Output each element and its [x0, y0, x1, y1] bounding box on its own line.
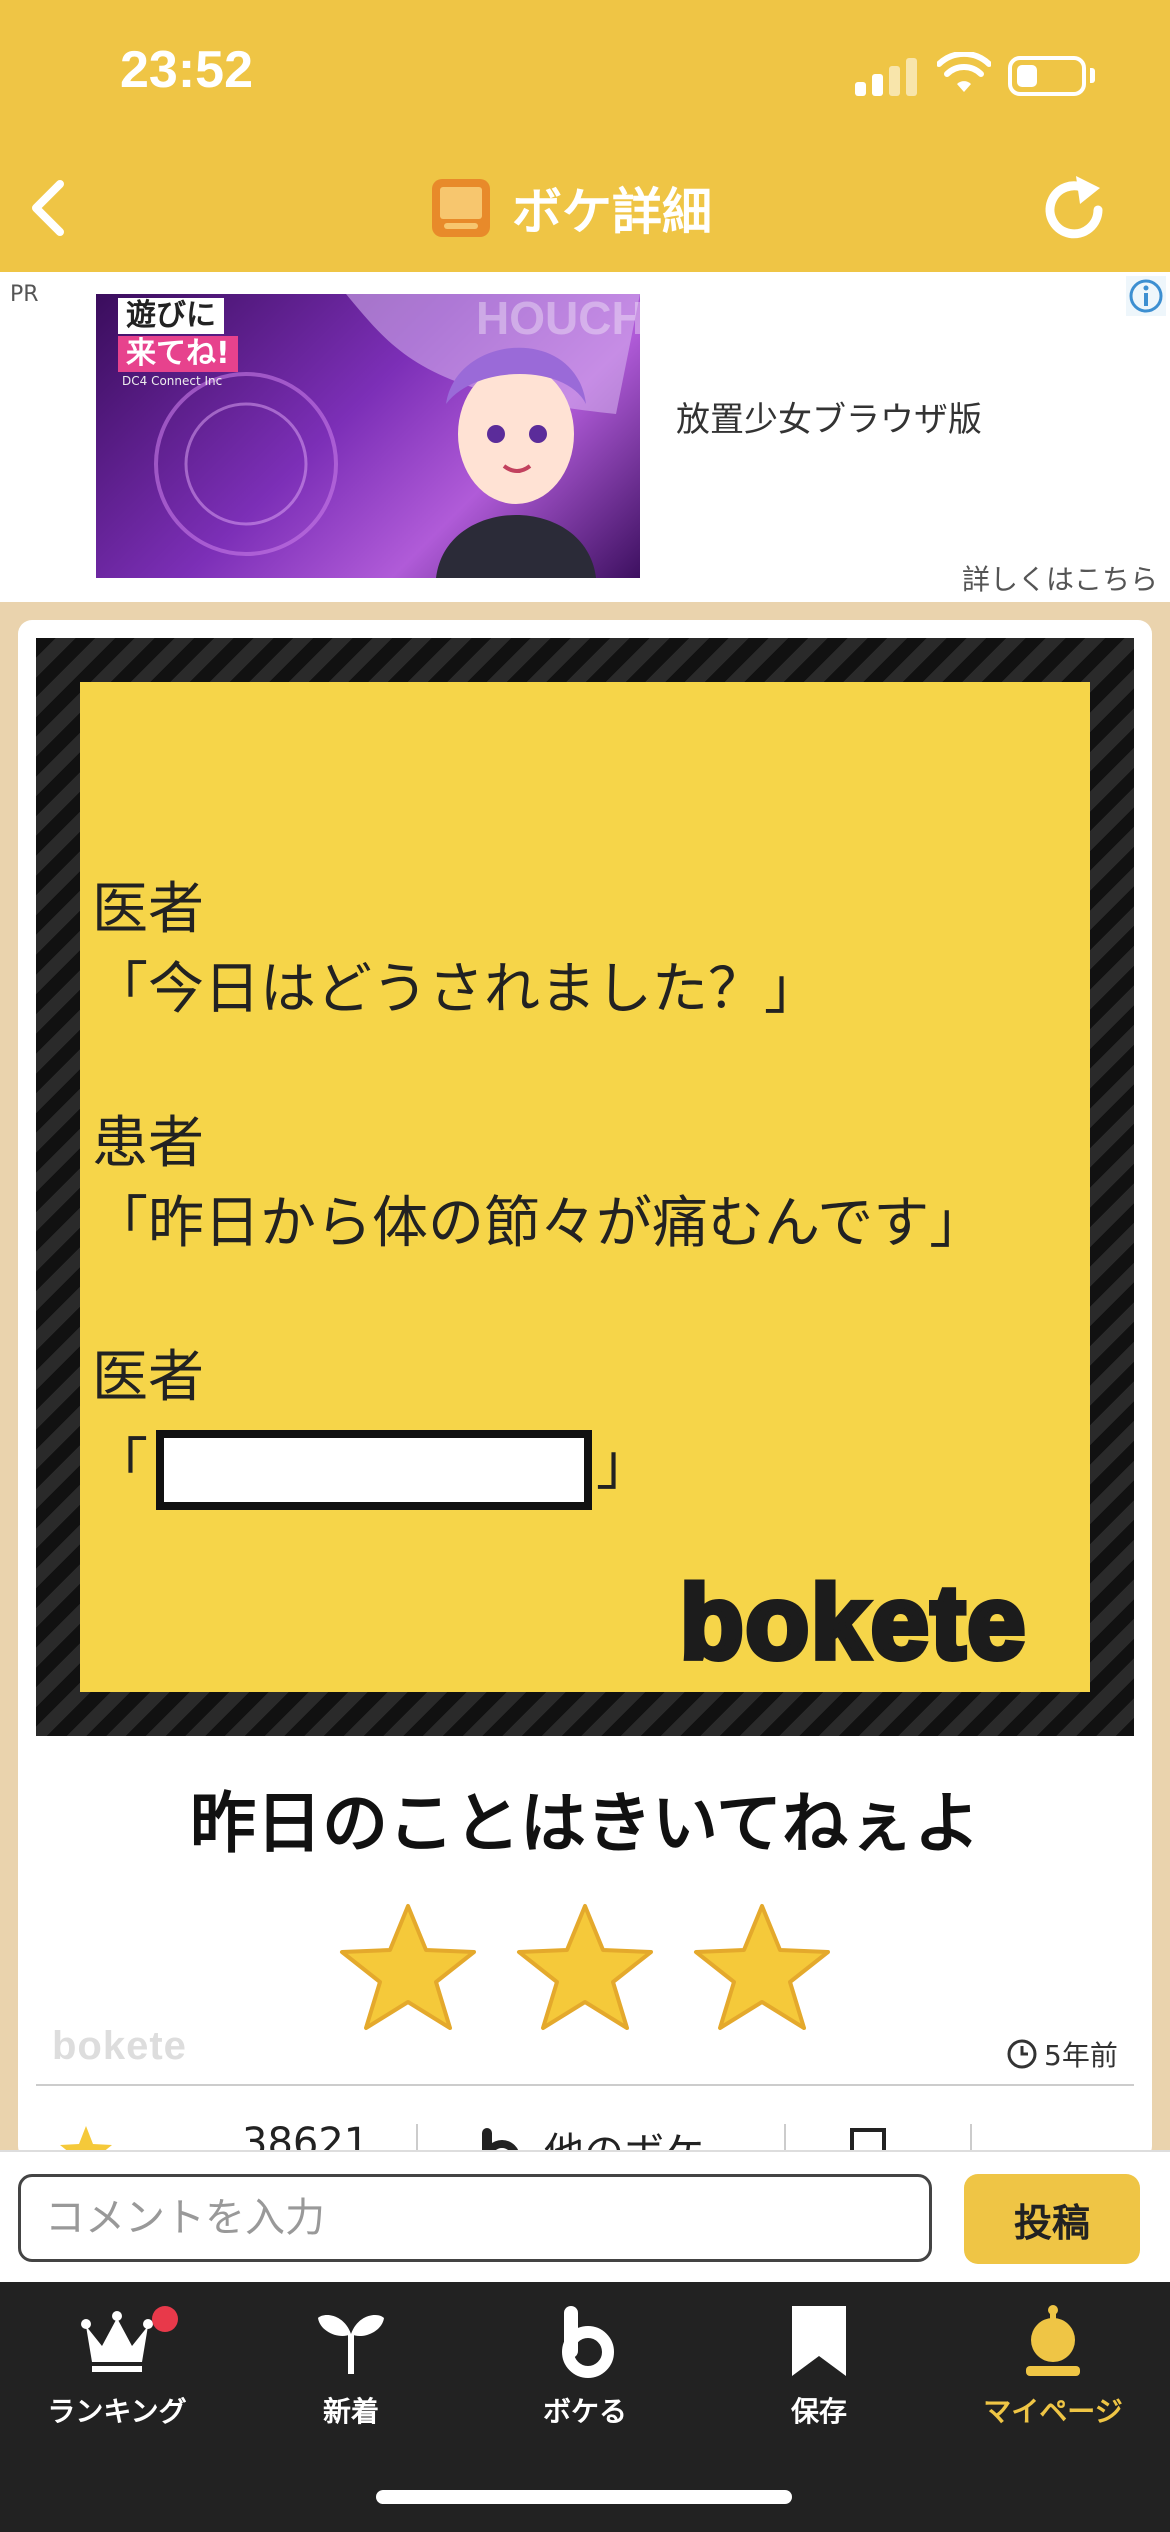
svg-text:HOUCHI: HOUCHI: [476, 294, 640, 344]
tab-label: 新着: [322, 2395, 379, 2428]
page-title: ボケ詳細: [430, 172, 712, 244]
boke-image-line: 「今日はどうされました？」: [92, 957, 820, 1022]
pr-label: PR: [10, 282, 39, 307]
tab-boke[interactable]: ボケる: [468, 2304, 702, 2444]
home-indicator: [376, 2490, 792, 2504]
info-icon[interactable]: [1126, 276, 1166, 316]
blank-answer-box: [156, 1430, 592, 1510]
tab-label: マイページ: [983, 2395, 1123, 2428]
star-icon[interactable]: [690, 1902, 834, 2032]
comment-bar: 投稿: [0, 2150, 1170, 2284]
boke-image-frame[interactable]: 医者 「今日はどうされました？」 患者 「昨日から体の節々が痛むんです」 医者 …: [36, 638, 1134, 1736]
ad-more-link[interactable]: 詳しくはこちら: [962, 558, 1158, 598]
bookmark-icon: [792, 2306, 846, 2376]
header-title: ボケ詳細: [512, 183, 712, 241]
back-chevron-icon[interactable]: [24, 178, 74, 238]
bokete-watermark: bokete: [52, 2024, 187, 2068]
boke-image-line: 「: [92, 1433, 148, 1498]
boke-title: 昨日のことはきいてねぇよ: [189, 1785, 981, 1862]
boke-image-line: 医者: [92, 1345, 204, 1410]
battery-tip: [1090, 68, 1095, 83]
boke-image-line: 患者: [92, 1111, 204, 1176]
status-time: 23:52: [120, 41, 253, 99]
wifi-icon: [937, 52, 991, 92]
b-logo-icon: [562, 2306, 614, 2378]
monitor-icon: [432, 179, 490, 237]
boke-image-line: 「昨日から体の節々が痛むんです」: [92, 1191, 986, 1256]
boke-card: 医者 「今日はどうされました？」 患者 「昨日から体の節々が痛むんです」 医者 …: [18, 620, 1152, 2178]
ad-image[interactable]: HOUCHI 遊びに 来てね! DC4 Connect Inc: [96, 294, 640, 578]
tab-ranking[interactable]: ランキング: [0, 2304, 234, 2444]
ad-banner-text-1: 遊びに: [126, 298, 216, 333]
comment-input[interactable]: [18, 2174, 932, 2262]
ad-badge: 遊びに: [118, 298, 224, 334]
star-icon[interactable]: [336, 1902, 480, 2032]
tab-label: 保存: [790, 2395, 847, 2428]
boke-image: 医者 「今日はどうされました？」 患者 「昨日から体の節々が痛むんです」 医者 …: [80, 682, 1090, 1692]
app-header: 23:52 ボケ詳細: [0, 0, 1170, 272]
tab-new[interactable]: 新着: [234, 2304, 468, 2444]
crown-icon: [81, 2311, 153, 2372]
star-icon[interactable]: [513, 1902, 657, 2032]
bokete-logo: bokete: [677, 1562, 1028, 1684]
rating-stars[interactable]: [336, 1902, 834, 2032]
ad-banner[interactable]: PR HOUCHI 遊びに 来てね! DC4 Connect Inc 放置少女ブ…: [0, 272, 1170, 602]
tab-mypage[interactable]: マイページ: [936, 2304, 1170, 2444]
notification-badge: [152, 2306, 178, 2332]
tab-saved[interactable]: 保存: [702, 2304, 936, 2444]
boke-image-bracket: 」: [596, 1433, 652, 1498]
clock-icon: [1007, 2039, 1037, 2069]
ad-badge-2: 来てね!: [118, 336, 238, 372]
divider: [36, 2084, 1134, 2086]
posted-ago: 5年前: [1044, 2039, 1118, 2072]
tab-label: ランキング: [47, 2395, 187, 2428]
posted-time: 5年前: [1006, 2034, 1118, 2074]
refresh-icon[interactable]: [1036, 170, 1116, 250]
ad-title[interactable]: 放置少女ブラウザ版: [676, 392, 982, 441]
cellular-signal-icon: [855, 56, 917, 96]
ad-banner-text-2: 来てね!: [126, 336, 230, 371]
sprout-icon: [318, 2315, 384, 2374]
tab-label: ボケる: [542, 2395, 627, 2428]
post-button[interactable]: 投稿: [964, 2174, 1140, 2264]
person-icon: [1026, 2305, 1080, 2376]
ad-publisher: DC4 Connect Inc: [122, 374, 223, 388]
battery-icon: [1008, 56, 1086, 96]
boke-image-line: 医者: [92, 877, 204, 942]
